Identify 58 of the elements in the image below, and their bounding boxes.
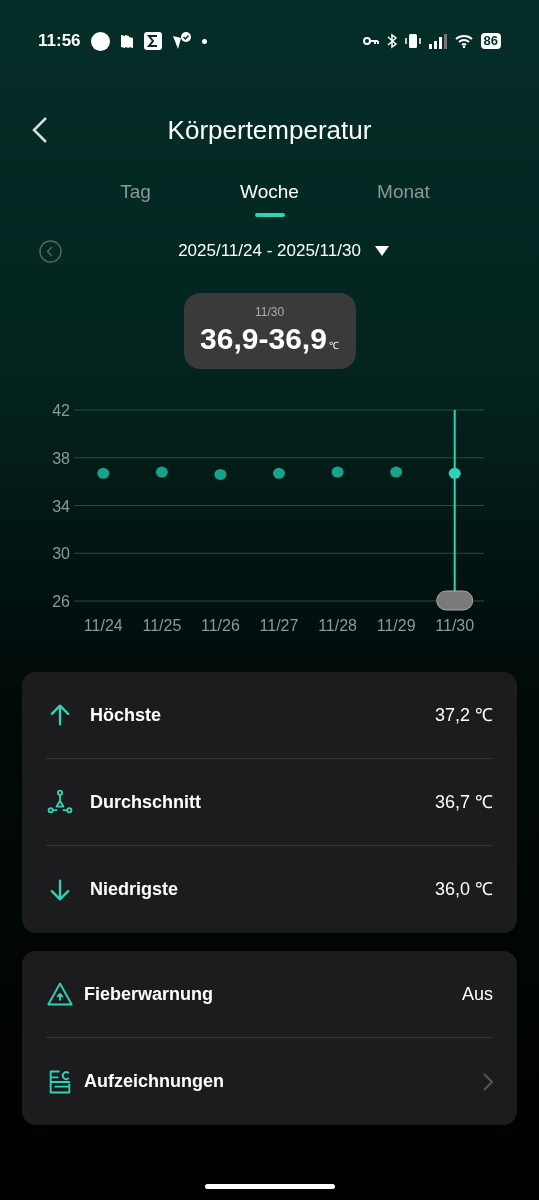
y-tick-label: 34 xyxy=(52,497,70,515)
setting-value: Aus xyxy=(461,982,493,1006)
bluetooth-icon xyxy=(386,33,397,49)
setting-label: Fieberwarnung xyxy=(84,982,214,1006)
nodes-icon xyxy=(46,788,74,816)
back-icon xyxy=(32,116,48,144)
signal-icon xyxy=(428,33,447,49)
data-point xyxy=(390,466,403,478)
stat-label: Durchschnitt xyxy=(90,790,202,814)
data-point xyxy=(97,467,110,479)
dot-icon xyxy=(201,38,207,44)
date-range-dropdown[interactable]: 2025/11/24 - 2025/11/30 xyxy=(178,238,389,264)
status-time: 11:56 xyxy=(38,30,81,53)
cards-icon xyxy=(119,33,134,49)
stat-value: 37,2 ℃ xyxy=(434,703,493,727)
warning-triangle-icon xyxy=(46,980,74,1008)
stat-label: Höchste xyxy=(90,703,162,727)
y-tick-label: 26 xyxy=(52,593,70,610)
wifi-icon xyxy=(454,34,473,48)
tab[interactable]: Tag xyxy=(90,178,181,217)
previous-week-button[interactable] xyxy=(39,240,62,263)
setting-label: Aufzeichnungen xyxy=(84,1070,225,1093)
selection-cursor[interactable] xyxy=(436,409,474,611)
data-point xyxy=(331,466,344,478)
stat-value: 36,7 ℃ xyxy=(434,790,493,814)
tab[interactable]: Woche xyxy=(224,178,315,217)
tab[interactable]: Monat xyxy=(358,178,449,217)
x-tick-label: 11/30 xyxy=(435,617,475,634)
tooltip-unit: ℃ xyxy=(328,339,339,353)
data-point xyxy=(155,466,168,478)
vibrate-icon xyxy=(404,34,421,48)
x-tick-label: 11/29 xyxy=(376,617,416,634)
settings-row[interactable]: Aufzeichnungen xyxy=(46,1038,493,1125)
x-tick-label: 11/25 xyxy=(142,617,182,634)
chevron-right-icon xyxy=(483,1072,493,1091)
stat-value: 36,0 ℃ xyxy=(434,878,493,901)
chevron-left-circle-icon xyxy=(39,240,62,263)
x-tick-label: 11/28 xyxy=(318,617,357,634)
tooltip-date: 11/30 xyxy=(254,304,285,321)
x-tick-label: 11/27 xyxy=(259,617,299,634)
page-title: Körpertemperatur xyxy=(167,113,372,147)
battery-level: 86 xyxy=(480,33,501,49)
x-tick-label: 11/24 xyxy=(83,617,123,634)
tooltip-value: 36,9-36,9 xyxy=(200,321,327,357)
data-point xyxy=(214,468,227,480)
check-shield-icon xyxy=(171,32,192,50)
settings-row[interactable]: Fieberwarnung Aus xyxy=(46,951,493,1038)
x-tick-label: 11/26 xyxy=(201,617,240,634)
y-tick-label: 38 xyxy=(52,449,70,467)
data-point xyxy=(448,467,461,479)
key-icon xyxy=(362,36,379,46)
y-tick-label: 30 xyxy=(52,545,70,563)
sigma-app-icon xyxy=(143,32,162,50)
dropdown-triangle-icon xyxy=(374,246,389,256)
data-point xyxy=(273,467,285,479)
circle-icon xyxy=(90,31,110,51)
stat-label: Niedrigste xyxy=(90,878,180,901)
y-tick-label: 42 xyxy=(52,402,70,419)
